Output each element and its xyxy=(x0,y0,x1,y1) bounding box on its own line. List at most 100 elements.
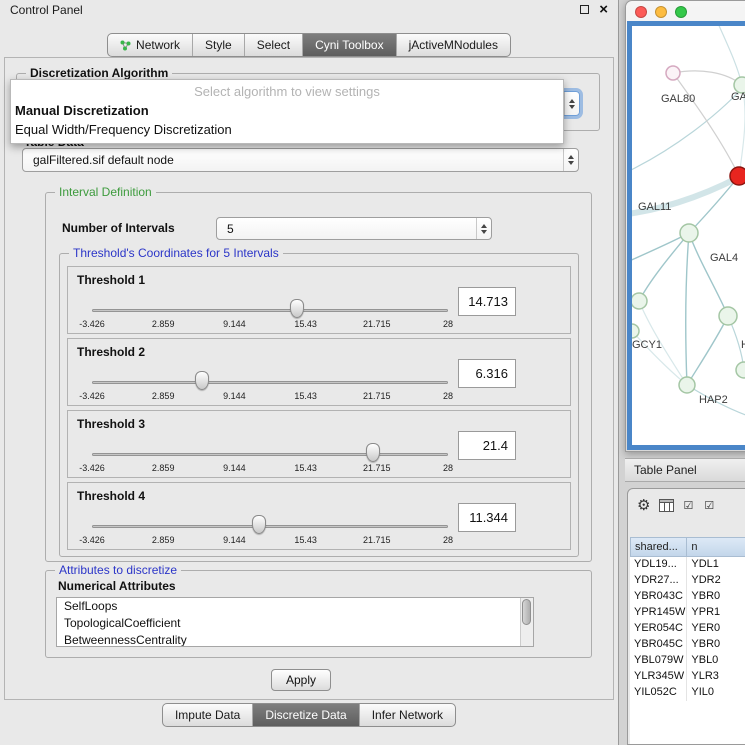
slider-thumb[interactable] xyxy=(195,371,209,390)
network-canvas[interactable]: GAL80GALGAL11GAL4GCY1HHAP2 xyxy=(627,21,745,450)
table-panel-titlebar: Table Panel xyxy=(625,458,745,482)
table-row[interactable]: YBR043CYBR0 xyxy=(630,589,745,605)
thresholds-group: Threshold's Coordinates for 5 Intervals … xyxy=(59,253,579,557)
slider-tick-label: 2.859 xyxy=(152,463,175,473)
threshold-value-field[interactable]: 14.713 xyxy=(458,287,516,316)
slider-tick-label: 2.859 xyxy=(152,391,175,401)
bottom-tabbar: Impute Data Discretize Data Infer Networ… xyxy=(0,703,618,727)
attributes-listbox: SelfLoops TopologicalCoefficient Between… xyxy=(56,597,534,647)
select-none-checkbox-icon[interactable]: ☑ xyxy=(704,499,716,512)
slider-tick-label: 15.43 xyxy=(294,535,317,545)
network-node[interactable] xyxy=(680,224,698,242)
threshold-label: Threshold 4 xyxy=(77,489,145,503)
table-cell: YDL1 xyxy=(687,557,745,573)
network-node[interactable] xyxy=(666,66,680,80)
network-node[interactable] xyxy=(736,362,745,378)
close-window-button[interactable]: × xyxy=(599,5,608,15)
slider-track[interactable] xyxy=(92,453,448,456)
slider-tick-label: 2.859 xyxy=(152,535,175,545)
table-data-combobox[interactable]: galFiltered.sif default node xyxy=(22,148,579,172)
tab-jactivemnodules[interactable]: jActiveMNodules xyxy=(396,34,510,56)
stepper-icon[interactable] xyxy=(564,92,579,115)
list-item[interactable]: SelfLoops xyxy=(57,598,533,615)
list-item[interactable]: TopologicalCoefficient xyxy=(57,615,533,632)
tab-select[interactable]: Select xyxy=(244,34,302,56)
dropdown-placeholder-option[interactable]: Select algorithm to view settings xyxy=(11,80,563,101)
column-header-name[interactable]: n xyxy=(687,537,745,557)
float-window-button[interactable] xyxy=(580,5,589,14)
tab-infer-network[interactable]: Infer Network xyxy=(359,704,455,726)
threshold-value-field[interactable]: 11.344 xyxy=(458,503,516,532)
node-table: shared... n YDL19...YDL1 YDR27...YDR2 YB… xyxy=(630,537,745,744)
column-header-shared-name[interactable]: shared... xyxy=(630,537,687,557)
list-item[interactable]: BetweennessCentrality xyxy=(57,632,533,647)
table-cell: YER054C xyxy=(630,621,687,637)
stepper-icon[interactable] xyxy=(563,149,578,171)
table-row[interactable]: YPR145WYPR1 xyxy=(630,605,745,621)
scrollbar[interactable] xyxy=(520,598,533,646)
group-title: Attributes to discretize xyxy=(55,563,181,577)
network-node-label: GAL xyxy=(731,91,745,103)
tab-network[interactable]: Network xyxy=(108,34,192,56)
slider-track[interactable] xyxy=(92,525,448,528)
table-row[interactable]: YDR27...YDR2 xyxy=(630,573,745,589)
group-title: Threshold's Coordinates for 5 Intervals xyxy=(69,246,283,260)
float-icon xyxy=(580,5,589,14)
slider-thumb[interactable] xyxy=(290,299,304,318)
select-all-checkbox-icon[interactable]: ☑ xyxy=(683,499,695,512)
slider-tick-label: -3.426 xyxy=(79,391,105,401)
control-panel-window: Control Panel × Network Style Select Cyn… xyxy=(0,0,619,745)
tab-impute-data[interactable]: Impute Data xyxy=(163,704,252,726)
close-traffic-button[interactable] xyxy=(635,6,647,18)
number-of-intervals-label: Number of Intervals xyxy=(62,221,175,235)
apply-button[interactable]: Apply xyxy=(271,669,331,691)
tab-style[interactable]: Style xyxy=(192,34,244,56)
threshold-value-field[interactable]: 6.316 xyxy=(458,359,516,388)
minimize-traffic-button[interactable] xyxy=(655,6,667,18)
table-row[interactable]: YER054CYER0 xyxy=(630,621,745,637)
slider-tick-label: -3.426 xyxy=(79,319,105,329)
table-row[interactable]: YDL19...YDL1 xyxy=(630,557,745,573)
number-of-intervals-combobox[interactable]: 5 xyxy=(216,217,492,240)
network-node[interactable] xyxy=(632,293,647,309)
gear-icon[interactable]: ⚙ xyxy=(637,498,650,513)
threshold-panel-4: Threshold 4 -3.4262.8599.14415.4321.7152… xyxy=(67,482,571,550)
slider-scale: -3.4262.8599.14415.4321.71528 xyxy=(92,319,448,330)
slider-scale: -3.4262.8599.14415.4321.71528 xyxy=(92,535,448,546)
slider-tick-label: 9.144 xyxy=(223,319,246,329)
table-toolbar: ⚙ ☑ ☑ xyxy=(628,489,745,521)
network-node-label: GCY1 xyxy=(632,339,662,351)
dropdown-option-manual-discretization[interactable]: Manual Discretization xyxy=(11,101,563,120)
tab-label: jActiveMNodules xyxy=(409,38,498,52)
slider-thumb[interactable] xyxy=(252,515,266,534)
tab-label: Style xyxy=(205,38,232,52)
table-header-row: shared... n xyxy=(630,537,745,557)
right-region: GAL80GALGAL11GAL4GCY1HHAP2 Table Panel ⚙… xyxy=(620,0,745,745)
scrollbar-thumb[interactable] xyxy=(522,599,531,625)
slider-track[interactable] xyxy=(92,309,448,312)
network-node-selected[interactable] xyxy=(730,167,745,185)
slider-thumb[interactable] xyxy=(366,443,380,462)
combobox-value: galFiltered.sif default node xyxy=(23,153,563,167)
slider-tick-label: 9.144 xyxy=(223,391,246,401)
table-row[interactable]: YBL079WYBL0 xyxy=(630,653,745,669)
network-node[interactable] xyxy=(719,307,737,325)
table-cell: YBR045C xyxy=(630,637,687,653)
network-node[interactable] xyxy=(679,377,695,393)
table-cell: YER0 xyxy=(687,621,745,637)
table-row[interactable]: YBR045CYBR0 xyxy=(630,637,745,653)
table-row[interactable]: YLR345WYLR3 xyxy=(630,669,745,685)
columns-icon[interactable] xyxy=(659,499,674,512)
slider-track[interactable] xyxy=(92,381,448,384)
tab-discretize-data[interactable]: Discretize Data xyxy=(252,704,358,726)
network-node-label: GAL80 xyxy=(661,93,695,105)
network-graph: GAL80GALGAL11GAL4GCY1HHAP2 xyxy=(632,26,745,447)
tab-cyni-toolbox[interactable]: Cyni Toolbox xyxy=(302,34,395,56)
threshold-value-field[interactable]: 21.4 xyxy=(458,431,516,460)
table-row[interactable]: YIL052CYIL0 xyxy=(630,685,745,701)
zoom-traffic-button[interactable] xyxy=(675,6,687,18)
network-node[interactable] xyxy=(632,324,639,338)
threshold-label: Threshold 2 xyxy=(77,345,145,359)
dropdown-option-equal-width-frequency[interactable]: Equal Width/Frequency Discretization xyxy=(11,120,563,143)
stepper-icon[interactable] xyxy=(476,218,491,239)
